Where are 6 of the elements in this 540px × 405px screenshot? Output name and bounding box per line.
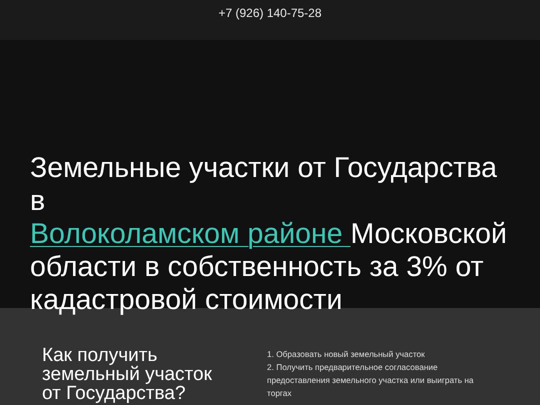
step-text: 1. Образовать новый земельный участок: [267, 348, 426, 361]
phone-number: +7 (926) 140-75-28: [218, 6, 322, 20]
hero-title: Земельные участки от Государства в Волоколамском районе Московской области в собственность за 3% от кадастровой стоимости: [30, 152, 508, 317]
step-text: 2. Получить предварительное согласование предоставления земельного участка или выиграть на торгах: [267, 361, 475, 400]
section-heading: Как получить земельный участок от Государства?: [42, 346, 213, 403]
district-link[interactable]: Волоколамском районе: [30, 218, 350, 250]
